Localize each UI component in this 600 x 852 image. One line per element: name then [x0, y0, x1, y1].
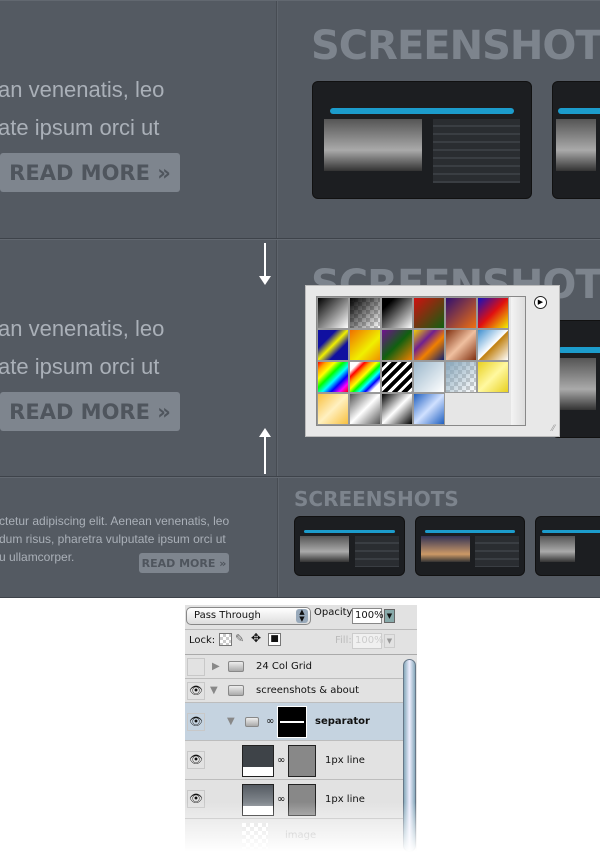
lock-brush-icon[interactable]: ✎ — [235, 632, 244, 645]
gradient-swatch[interactable] — [413, 329, 445, 361]
link-icon: ∞ — [266, 716, 275, 727]
about-text-line: an venenatis, leo — [0, 77, 165, 102]
screenshots-heading: SCREENSHOTS — [294, 487, 459, 511]
collapse-triangle-icon[interactable]: ▼ — [227, 716, 235, 727]
read-more-button[interactable]: READ MORE » — [0, 153, 180, 192]
link-icon: ∞ — [277, 754, 286, 766]
gradient-swatch[interactable] — [381, 329, 413, 361]
gradient-swatch[interactable] — [477, 297, 509, 329]
eye-icon[interactable]: 👁 — [187, 713, 205, 731]
column-divider — [276, 240, 278, 476]
gradient-swatch[interactable] — [413, 361, 445, 393]
fill-label: Fill: — [335, 635, 352, 646]
screenshot-thumbnail[interactable] — [312, 81, 532, 199]
gradient-swatch[interactable] — [349, 297, 381, 329]
about-text-line: an venenatis, leo — [0, 316, 165, 341]
website-section-3: ctetur adipiscing elit. Aenean venenatis… — [0, 477, 600, 598]
gradient-swatch[interactable] — [413, 297, 445, 329]
layer-row-separator[interactable]: 👁 ▼ ∞ separator — [185, 703, 403, 741]
website-section-1: an venenatis, leo ate ipsum orci ut READ… — [0, 0, 600, 239]
gradient-swatch[interactable] — [381, 361, 413, 393]
fill-layer-thumbnail[interactable] — [242, 745, 274, 777]
resize-grip-icon[interactable]: ⁄⁄ — [552, 423, 555, 433]
opacity-input[interactable]: 100% — [352, 608, 384, 624]
eye-icon[interactable]: 👁 — [187, 682, 205, 700]
gradient-swatch[interactable] — [317, 329, 349, 361]
screenshot-thumbnail[interactable] — [294, 516, 405, 576]
play-circle-icon[interactable]: ▶ — [534, 296, 547, 309]
arrow-down-head — [259, 276, 271, 285]
gradient-swatch[interactable] — [317, 393, 349, 425]
screenshots-heading: SCREENSHOTS — [311, 23, 600, 69]
folder-icon — [245, 716, 259, 727]
read-more-button[interactable]: READ MORE » — [0, 392, 180, 431]
blend-mode-select[interactable]: Pass Through ▲ ▼ — [186, 607, 311, 625]
screenshot-thumbnail[interactable] — [552, 81, 600, 199]
collapse-triangle-icon[interactable]: ▼ — [210, 685, 218, 696]
screenshot-thumbnail[interactable] — [535, 516, 600, 576]
lock-all-icon[interactable]: ■ — [268, 633, 281, 646]
lock-transparency-icon[interactable] — [219, 633, 232, 646]
arrow-up-head — [259, 428, 271, 437]
gradient-swatch[interactable] — [349, 329, 381, 361]
layer-name: screenshots & about — [256, 685, 360, 696]
gradient-swatch[interactable] — [445, 297, 477, 329]
gradient-picker: ▶ ⁄⁄ — [305, 285, 560, 437]
layer-row-1px-line[interactable]: 👁 ∞ 1px line — [185, 741, 403, 780]
folder-icon — [228, 661, 244, 672]
layer-row-24-col-grid[interactable]: ▶ 24 Col Grid — [185, 655, 403, 679]
gradient-swatch[interactable] — [381, 393, 413, 425]
read-more-button[interactable]: READ MORE » — [139, 553, 229, 573]
about-text-line: u ullamcorper. — [0, 550, 75, 564]
fill-dropdown-icon: ▼ — [384, 634, 395, 648]
opacity-dropdown-icon[interactable]: ▼ — [384, 609, 395, 623]
gradient-swatch[interactable] — [445, 361, 477, 393]
gradient-swatch[interactable] — [477, 361, 509, 393]
lock-label: Lock: — [189, 635, 216, 646]
lock-move-icon[interactable]: ✥ — [251, 631, 261, 645]
gradient-swatch[interactable] — [317, 361, 349, 393]
gradient-swatch[interactable] — [381, 297, 413, 329]
layer-name: 1px line — [325, 754, 365, 766]
about-text-line: ate ipsum orci ut — [0, 354, 160, 379]
about-text-line: ctetur adipiscing elit. Aenean venenatis… — [0, 514, 230, 528]
gradient-swatch-grid — [316, 296, 526, 426]
mask-thumbnail[interactable] — [277, 706, 307, 738]
layer-row-screenshots-about[interactable]: 👁 ▼ screenshots & about — [185, 679, 403, 703]
eye-icon[interactable]: 👁 — [187, 751, 205, 769]
screenshot-thumbnail[interactable] — [415, 516, 525, 576]
gradient-swatch[interactable] — [477, 329, 509, 361]
gradient-swatch[interactable] — [349, 393, 381, 425]
layer-name: 24 Col Grid — [256, 661, 312, 672]
visibility-toggle[interactable] — [187, 658, 205, 676]
gradient-swatch[interactable] — [445, 329, 477, 361]
picker-scrollbar[interactable] — [511, 297, 525, 425]
column-divider — [277, 478, 279, 597]
blend-mode-value: Pass Through — [194, 610, 261, 621]
gradient-swatch[interactable] — [349, 361, 381, 393]
gradient-swatch[interactable] — [413, 393, 445, 425]
gradient-swatch[interactable] — [317, 297, 349, 329]
mask-thumbnail[interactable] — [288, 745, 316, 777]
expand-triangle-icon[interactable]: ▶ — [212, 661, 220, 672]
stepper-icon: ▲ ▼ — [296, 609, 308, 623]
about-text-line: dum risus, pharetra vulputate ipsum orci… — [0, 532, 226, 546]
about-text-line: ate ipsum orci ut — [0, 115, 160, 140]
folder-icon — [228, 685, 244, 696]
opacity-label: Opacity: — [314, 607, 356, 618]
column-divider — [276, 1, 278, 238]
layers-panel: Pass Through ▲ ▼ Opacity: 100% ▼ Lock: ✎ ✥… — [185, 605, 417, 852]
layer-name: separator — [315, 716, 370, 727]
fill-input[interactable]: 100% — [352, 633, 384, 649]
arrow-up-icon — [264, 434, 266, 474]
